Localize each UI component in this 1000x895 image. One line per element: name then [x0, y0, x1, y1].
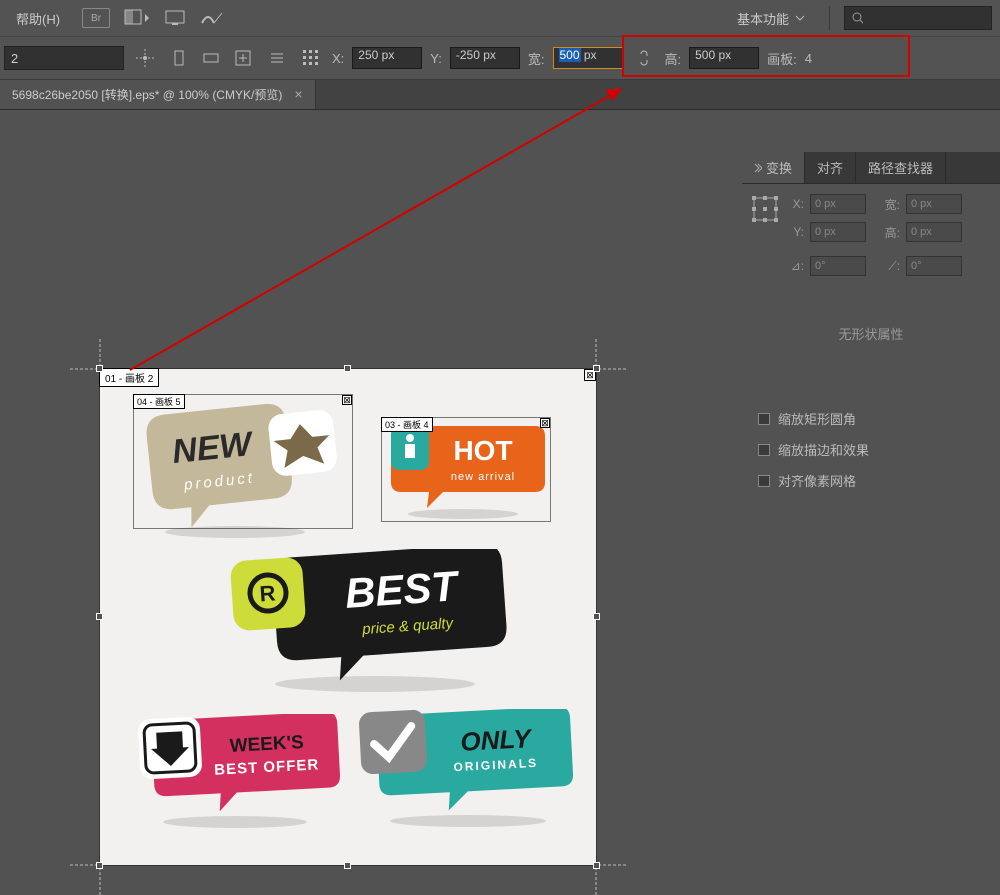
- reference-point-icon[interactable]: [298, 45, 324, 71]
- scale-corners-checkbox[interactable]: 缩放矩形圆角: [750, 403, 992, 434]
- no-shape-properties: 无形状属性: [750, 284, 992, 403]
- handle-tr[interactable]: [593, 365, 600, 372]
- preset-dropdown[interactable]: [4, 46, 124, 70]
- arrange-docs-icon[interactable]: [124, 8, 150, 28]
- search-icon: [851, 11, 863, 25]
- artboard-label: 画板:: [767, 49, 797, 68]
- collapse-panel-icon: [754, 163, 762, 173]
- x-label: X:: [332, 51, 344, 66]
- chevron-down-icon: [795, 14, 805, 22]
- screen-mode-icon[interactable]: [164, 9, 186, 27]
- new-badge: NEW product: [135, 404, 350, 524]
- sub-artboard-right-close-icon[interactable]: ⊠: [540, 418, 550, 428]
- svg-text:ONLY: ONLY: [460, 723, 534, 757]
- close-tab-icon[interactable]: ×: [294, 86, 302, 102]
- handle-mr[interactable]: [593, 613, 600, 620]
- h-label: 高:: [665, 49, 682, 68]
- artboard-main[interactable]: 01 - 画板 2 ⊠ 04 - 画板 5 ⊠ 03 - 画板 4 ⊠ NEW …: [100, 369, 596, 865]
- panel-w-input[interactable]: [906, 194, 962, 214]
- document-tab-bar: 5698c26be2050 [转换].eps* @ 100% (CMYK/预览)…: [0, 80, 1000, 110]
- only-badge: ONLY ORIGINALS: [358, 709, 578, 814]
- shear-label: ⟋:: [872, 259, 900, 274]
- artboard-options-icon[interactable]: [264, 45, 290, 71]
- artboard-count: 4: [805, 51, 812, 66]
- best-badge: R BEST price & qualty: [230, 549, 510, 679]
- y-input[interactable]: -250 px: [450, 47, 520, 69]
- link-wh-icon[interactable]: [631, 45, 657, 71]
- panel-w-label: 宽:: [872, 196, 900, 213]
- scale-effects-checkbox[interactable]: 缩放描边和效果: [750, 434, 992, 465]
- help-menu[interactable]: 帮助(H): [8, 5, 68, 32]
- svg-text:WEEK'S: WEEK'S: [229, 732, 304, 757]
- hot-badge: HOT new arrival: [383, 424, 548, 504]
- panel-y-label: Y:: [786, 225, 804, 239]
- height-input[interactable]: 500 px: [689, 47, 759, 69]
- sub-artboard-right-label: 03 - 画板 4: [381, 417, 433, 432]
- y-label: Y:: [430, 51, 442, 66]
- panel-reference-point[interactable]: [750, 194, 780, 224]
- portrait-icon[interactable]: [166, 45, 192, 71]
- panel-h-label: 高:: [872, 224, 900, 241]
- svg-text:R: R: [259, 580, 277, 606]
- annotation-arrow: [110, 80, 670, 380]
- panel-x-input[interactable]: [810, 194, 866, 214]
- search-input[interactable]: [844, 6, 992, 30]
- svg-text:HOT: HOT: [453, 435, 512, 466]
- handle-tl[interactable]: [96, 365, 103, 372]
- x-input[interactable]: 250 px: [352, 47, 422, 69]
- handle-bl[interactable]: [96, 862, 103, 869]
- sub-artboard-left-label: 04 - 画板 5: [133, 394, 185, 409]
- handle-bc[interactable]: [344, 862, 351, 869]
- sub-artboard-left-close-icon[interactable]: ⊠: [342, 395, 352, 405]
- bridge-icon[interactable]: Br: [82, 8, 110, 28]
- tab-align[interactable]: 对齐: [805, 152, 856, 183]
- w-label: 宽:: [528, 49, 545, 68]
- artboard-main-label: 01 - 画板 2: [99, 368, 159, 387]
- rotate-label: ⊿:: [786, 259, 804, 273]
- tab-transform[interactable]: 变换: [742, 152, 805, 183]
- week-badge: WEEK'S BEST OFFER: [135, 714, 345, 814]
- tab-pathfinder[interactable]: 路径查找器: [856, 152, 946, 183]
- shear-input[interactable]: [906, 256, 962, 276]
- control-bar: X: 250 px Y: -250 px 宽: 500 px 高: 500 px…: [0, 36, 1000, 80]
- handle-ml[interactable]: [96, 613, 103, 620]
- top-menubar: 帮助(H) Br 基本功能: [0, 0, 1000, 36]
- landscape-icon[interactable]: [198, 45, 224, 71]
- gpu-preview-icon[interactable]: [200, 9, 224, 27]
- align-pixel-checkbox[interactable]: 对齐像素网格: [750, 465, 992, 496]
- panel-h-input[interactable]: [906, 222, 962, 242]
- panel-x-label: X:: [786, 197, 804, 211]
- panel-tabs: 变换 对齐 路径查找器: [742, 152, 1000, 184]
- workspace-switcher[interactable]: 基本功能: [737, 9, 815, 28]
- handle-br[interactable]: [593, 862, 600, 869]
- width-input[interactable]: 500 px: [553, 47, 623, 69]
- panel-y-input[interactable]: [810, 222, 866, 242]
- svg-text:new arrival: new arrival: [451, 471, 515, 483]
- handle-tc[interactable]: [344, 365, 351, 372]
- document-tab[interactable]: 5698c26be2050 [转换].eps* @ 100% (CMYK/预览)…: [0, 79, 316, 109]
- rotate-input[interactable]: [810, 256, 866, 276]
- svg-text:BEST: BEST: [343, 562, 461, 617]
- orientation-icon[interactable]: [132, 45, 158, 71]
- new-artboard-icon[interactable]: [230, 45, 256, 71]
- transform-panel: 变换 对齐 路径查找器 X: 宽: Y: 高:: [742, 152, 1000, 512]
